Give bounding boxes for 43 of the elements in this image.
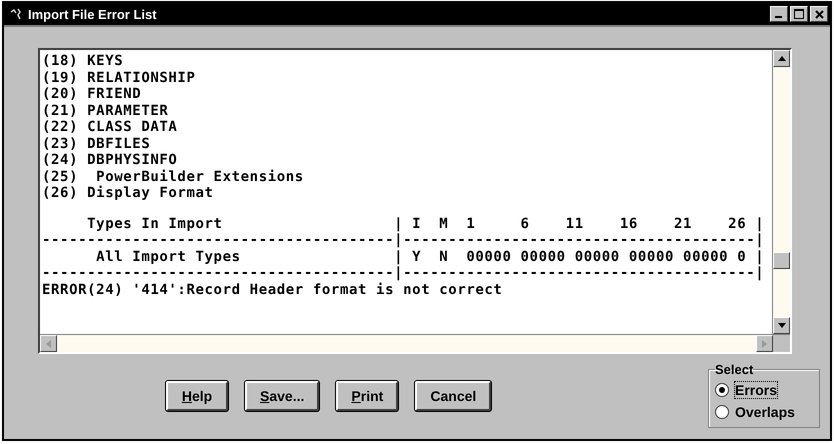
maximize-icon <box>794 9 804 19</box>
radio-option[interactable]: Overlaps <box>715 401 811 423</box>
maximize-button[interactable] <box>790 6 808 22</box>
radio-button[interactable] <box>715 405 729 419</box>
dialog-button[interactable]: Cancel <box>415 381 492 411</box>
scrollbar-corner <box>773 335 790 352</box>
window-title: Import File Error List <box>28 6 158 22</box>
dialog-button[interactable]: Save... <box>245 381 320 411</box>
report-line: (21) PARAMETER <box>42 102 168 119</box>
report-line: (25) PowerBuilder Extensions <box>42 168 304 185</box>
report-line: (20) FRIEND <box>42 86 142 102</box>
scroll-up-button[interactable] <box>773 50 790 67</box>
report-line: (19) RELATIONSHIP <box>42 70 196 86</box>
report-line: (24) DBPHYSINFO <box>42 152 178 168</box>
radio-label: Overlaps <box>734 403 796 421</box>
up-arrow-icon <box>778 56 786 61</box>
close-button[interactable] <box>810 6 828 22</box>
scroll-left-button[interactable] <box>40 335 57 352</box>
dialog-button[interactable]: Help <box>166 381 228 411</box>
scroll-down-button[interactable] <box>773 317 790 334</box>
down-arrow-icon <box>778 323 786 328</box>
table-line: ---------------------------------------|---------------------------------------| <box>42 265 764 282</box>
left-arrow-icon <box>46 340 51 348</box>
radio-label: Errors <box>734 381 778 399</box>
radio-button[interactable] <box>715 383 729 397</box>
group-title: Select <box>715 362 754 377</box>
close-icon <box>814 10 824 18</box>
report-line: (26) Display Format <box>42 185 214 202</box>
right-arrow-icon <box>762 340 767 348</box>
table-line: ---------------------------------------|---------------------------------------| <box>42 232 764 248</box>
table-line: Types In Import | I M 1 6 11 16 21 26 | <box>86 216 764 232</box>
minimize-button[interactable] <box>770 6 788 22</box>
report-line: (22) CLASS DATA <box>42 119 178 136</box>
radio-option[interactable]: Errors <box>715 379 811 401</box>
horizontal-scrollbar[interactable] <box>40 334 790 352</box>
scroll-thumb[interactable] <box>773 252 790 269</box>
scroll-right-button[interactable] <box>756 335 773 352</box>
report-line: (18) KEYS <box>42 53 124 70</box>
vertical-scrollbar[interactable] <box>772 50 790 334</box>
dialog-button[interactable]: Print <box>336 381 398 411</box>
error-message: ERROR(24) '414':Record Header format is not correct <box>42 282 502 298</box>
table-line: All Import Types | Y N 00000 00000 00000 00000 00000 0 | <box>95 248 764 265</box>
report-line: (23) DBFILES <box>42 136 150 152</box>
